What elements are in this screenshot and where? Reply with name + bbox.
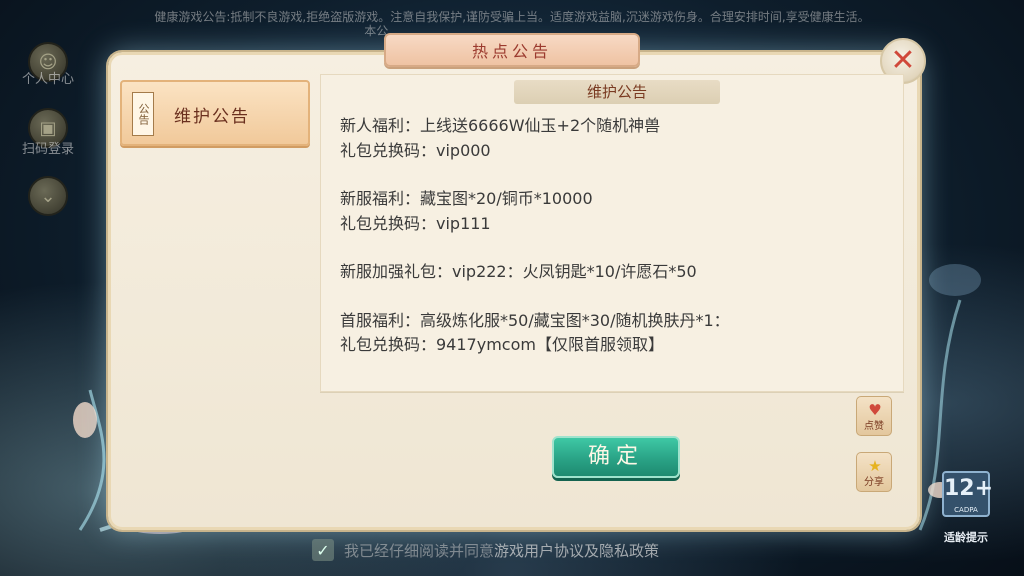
tab-stamp: 公告 (132, 92, 154, 136)
rating-org: CADPA (954, 506, 978, 514)
profile-label: 个人中心 (21, 72, 74, 87)
notice-line: 新服加强礼包：vip222：火凤钥匙*10/许愿石*50 (340, 262, 697, 281)
like-button[interactable]: ♥ 点赞 (856, 396, 892, 436)
tab-label: 维护公告 (174, 107, 250, 127)
notice-line: 礼包兑换码：9417ymcom【仅限首服领取】 (340, 335, 664, 354)
age-rating-caption: 适龄提示 (944, 531, 988, 544)
age-rating-value: 12+ (944, 476, 994, 501)
divider (320, 392, 904, 393)
notice-line: 首服福利：高级炼化服*50/藏宝图*30/随机换肤丹*1： (340, 310, 730, 330)
health-notice-line1: 健康游戏公告:抵制不良游戏,拒绝盗版游戏。注意自我保护,谨防受骗上当。适度游戏益… (154, 10, 870, 24)
notice-line: 新服福利：藏宝图*20/铜币*10000 (340, 189, 593, 208)
agreement-row: ✓ 我已经仔细阅读并同意 游戏用户协议及隐私政策 (312, 538, 659, 562)
dialog-title: 热点公告 (384, 33, 640, 67)
notice-text: 新人福利：上线送6666W仙玉+2个随机神兽 礼包兑换码：vip000 新服福利… (340, 114, 880, 358)
tab-list: 公告 维护公告 (120, 80, 316, 148)
like-label: 点赞 (864, 421, 884, 432)
chevron-down-icon: ⌄ (40, 185, 56, 207)
close-icon: ✕ (890, 43, 916, 78)
scan-login-label: 扫码登录 (21, 142, 74, 157)
notice-line: 礼包兑换码：vip111 (340, 213, 491, 233)
age-rating-badge: 12+ CADPA 适龄提示 (938, 471, 994, 545)
content-title: 维护公告 (514, 80, 720, 104)
share-button[interactable]: ★ 分享 (856, 452, 892, 492)
confirm-button[interactable]: 确定 (552, 436, 680, 478)
notice-line: 新人福利：上线送6666W仙玉+2个随机神兽 (340, 116, 661, 135)
expand-menu-button[interactable]: ⌄ (28, 176, 68, 216)
agreement-text: 我已经仔细阅读并同意 (344, 541, 495, 560)
notice-line: 礼包兑换码：vip000 (340, 140, 491, 160)
age-rating-box: 12+ CADPA (942, 471, 994, 517)
agreement-link[interactable]: 游戏用户协议及隐私政策 (494, 540, 659, 561)
tab-maintenance-notice[interactable]: 公告 维护公告 (120, 80, 310, 146)
agreement-checkbox[interactable]: ✓ (312, 539, 334, 561)
share-label: 分享 (864, 477, 884, 488)
